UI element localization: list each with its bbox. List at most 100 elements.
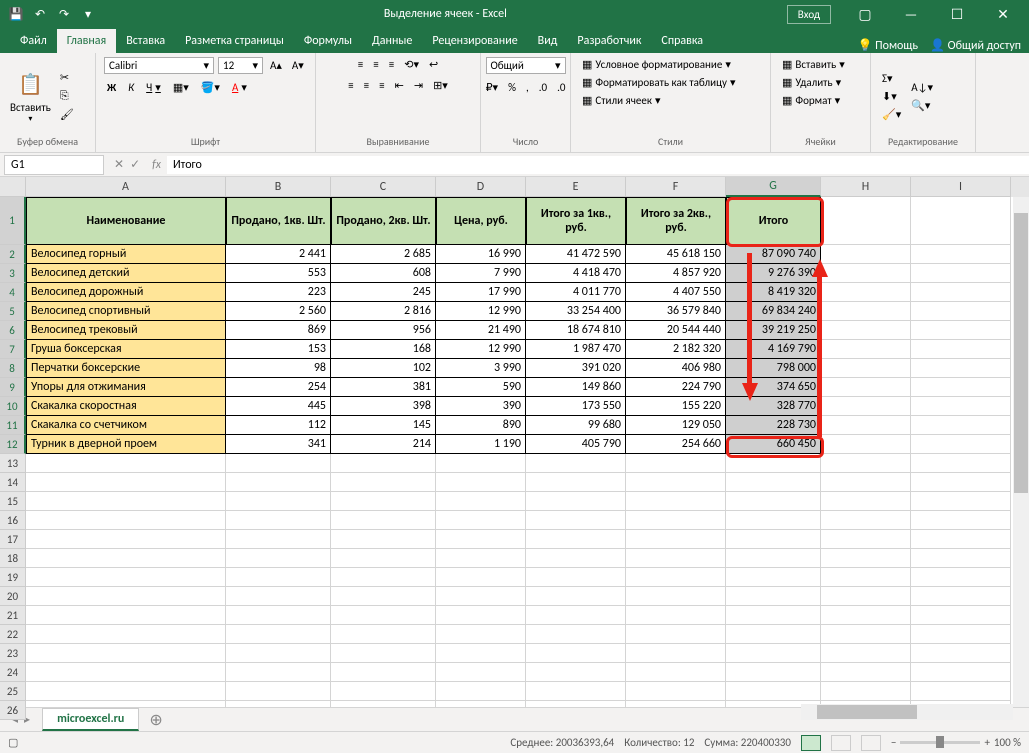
view-layout-icon[interactable] bbox=[831, 735, 851, 751]
copy-icon[interactable]: ⎘ bbox=[57, 88, 77, 104]
empty-cell[interactable] bbox=[821, 606, 911, 625]
empty-cell[interactable] bbox=[726, 625, 821, 644]
empty-cell[interactable] bbox=[226, 454, 331, 473]
empty-cell[interactable] bbox=[911, 530, 1011, 549]
data-cell[interactable]: 16 990 bbox=[436, 245, 526, 264]
name-cell[interactable]: Велосипед детский bbox=[26, 264, 226, 283]
empty-cell[interactable] bbox=[26, 663, 226, 682]
row-header-24[interactable]: 24 bbox=[0, 663, 26, 682]
data-cell[interactable]: 45 618 150 bbox=[626, 245, 726, 264]
empty-cell[interactable] bbox=[726, 682, 821, 701]
empty-cell[interactable] bbox=[26, 606, 226, 625]
empty-cell[interactable] bbox=[821, 568, 911, 587]
data-cell[interactable]: 245 bbox=[331, 283, 436, 302]
font-color-icon[interactable]: A▾ bbox=[229, 80, 250, 95]
empty-cell[interactable] bbox=[726, 473, 821, 492]
empty-cell[interactable] bbox=[226, 530, 331, 549]
empty-cell[interactable] bbox=[821, 682, 911, 701]
conditional-format-button[interactable]: ▦ Условное форматирование▾ bbox=[579, 57, 734, 72]
row-header-10[interactable]: 10 bbox=[0, 397, 26, 416]
empty-cell[interactable] bbox=[526, 511, 626, 530]
data-cell[interactable]: 608 bbox=[331, 264, 436, 283]
row-header-21[interactable]: 21 bbox=[0, 606, 26, 625]
name-cell[interactable]: Велосипед горный bbox=[26, 245, 226, 264]
decrease-font-icon[interactable]: A▾ bbox=[289, 57, 307, 74]
empty-cell[interactable] bbox=[436, 530, 526, 549]
empty-cell[interactable] bbox=[726, 663, 821, 682]
zoom-in-icon[interactable]: + bbox=[984, 736, 989, 749]
empty-cell[interactable] bbox=[226, 625, 331, 644]
row-header-3[interactable]: 3 bbox=[0, 264, 26, 283]
data-cell[interactable]: 660 450 bbox=[726, 435, 821, 454]
empty-cell[interactable] bbox=[331, 625, 436, 644]
empty-cell[interactable] bbox=[911, 625, 1011, 644]
data-cell[interactable]: 149 860 bbox=[526, 378, 626, 397]
tell-me[interactable]: 💡 Помощь bbox=[858, 38, 919, 53]
data-cell[interactable]: 445 bbox=[226, 397, 331, 416]
tab-developer[interactable]: Разработчик bbox=[567, 29, 651, 53]
data-cell[interactable]: 3 990 bbox=[436, 359, 526, 378]
zoom-control[interactable]: − + 100 % bbox=[891, 736, 1021, 749]
empty-cell[interactable] bbox=[626, 644, 726, 663]
data-cell[interactable]: 145 bbox=[331, 416, 436, 435]
decrease-decimal-icon[interactable]: .0 bbox=[554, 80, 568, 95]
empty-cell[interactable] bbox=[436, 682, 526, 701]
row-header-16[interactable]: 16 bbox=[0, 511, 26, 530]
maximize-icon[interactable]: ☐ bbox=[935, 0, 979, 28]
row-header-17[interactable]: 17 bbox=[0, 530, 26, 549]
row-header-14[interactable]: 14 bbox=[0, 473, 26, 492]
empty-cell[interactable] bbox=[911, 587, 1011, 606]
indent-increase-icon[interactable]: ⇥ bbox=[411, 78, 426, 93]
enter-formula-icon[interactable]: ✓ bbox=[130, 157, 140, 172]
data-cell[interactable]: 590 bbox=[436, 378, 526, 397]
font-name-combo[interactable]: Calibri▾ bbox=[104, 57, 214, 74]
data-cell[interactable]: 254 bbox=[226, 378, 331, 397]
empty-cell[interactable] bbox=[626, 682, 726, 701]
indent-decrease-icon[interactable]: ⇤ bbox=[392, 78, 407, 93]
empty-cell[interactable] bbox=[626, 454, 726, 473]
empty-cell[interactable] bbox=[26, 530, 226, 549]
data-cell[interactable]: 112 bbox=[226, 416, 331, 435]
data-cell[interactable]: 1 190 bbox=[436, 435, 526, 454]
data-cell[interactable]: 2 182 320 bbox=[626, 340, 726, 359]
delete-cells-button[interactable]: ▦ Удалить▾ bbox=[779, 75, 844, 90]
increase-decimal-icon[interactable]: .0 bbox=[536, 80, 550, 95]
data-cell[interactable]: 17 990 bbox=[436, 283, 526, 302]
data-cell[interactable]: 224 790 bbox=[626, 378, 726, 397]
empty-cell[interactable] bbox=[626, 549, 726, 568]
column-header-H[interactable]: H bbox=[821, 177, 911, 197]
header-cell[interactable]: Итого за 1кв., руб. bbox=[526, 197, 626, 245]
align-right-icon[interactable]: ≡ bbox=[376, 78, 387, 93]
empty-cell[interactable] bbox=[626, 568, 726, 587]
empty-cell[interactable] bbox=[226, 549, 331, 568]
empty-cell[interactable] bbox=[726, 454, 821, 473]
column-header-F[interactable]: F bbox=[626, 177, 726, 197]
data-cell[interactable]: 36 579 840 bbox=[626, 302, 726, 321]
currency-icon[interactable]: ₽▾ bbox=[483, 80, 502, 95]
empty-cell[interactable] bbox=[331, 530, 436, 549]
empty-cell[interactable] bbox=[911, 549, 1011, 568]
data-cell[interactable]: 2 816 bbox=[331, 302, 436, 321]
data-cell[interactable]: 99 680 bbox=[526, 416, 626, 435]
empty-cell[interactable] bbox=[26, 587, 226, 606]
empty-cell[interactable] bbox=[436, 511, 526, 530]
add-sheet-icon[interactable]: ⊕ bbox=[139, 710, 172, 730]
align-top-icon[interactable]: ≡ bbox=[355, 57, 366, 72]
fx-icon[interactable]: fx bbox=[146, 158, 167, 172]
data-cell[interactable]: 391 020 bbox=[526, 359, 626, 378]
empty-cell[interactable] bbox=[726, 606, 821, 625]
empty-cell[interactable] bbox=[821, 530, 911, 549]
empty-cell[interactable] bbox=[331, 568, 436, 587]
header-cell[interactable]: Цена, руб. bbox=[436, 197, 526, 245]
view-break-icon[interactable] bbox=[861, 735, 881, 751]
empty-cell[interactable] bbox=[526, 701, 626, 707]
align-bottom-icon[interactable]: ≡ bbox=[386, 57, 397, 72]
data-cell[interactable]: 1 987 470 bbox=[526, 340, 626, 359]
column-header-E[interactable]: E bbox=[526, 177, 626, 197]
data-cell[interactable]: 21 490 bbox=[436, 321, 526, 340]
row-header-15[interactable]: 15 bbox=[0, 492, 26, 511]
data-cell[interactable]: 390 bbox=[436, 397, 526, 416]
empty-cell[interactable] bbox=[331, 511, 436, 530]
empty-cell[interactable] bbox=[26, 701, 226, 707]
row-header-9[interactable]: 9 bbox=[0, 378, 26, 397]
